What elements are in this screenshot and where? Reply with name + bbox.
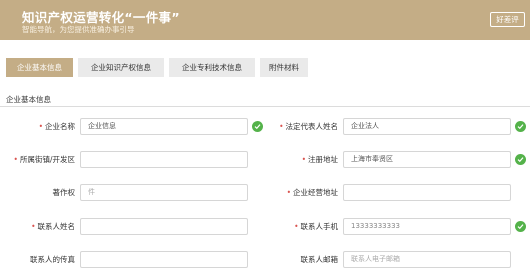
tab-basic-info[interactable]: 企业基本信息 — [6, 58, 73, 77]
copyright-input[interactable]: 件 — [80, 184, 248, 201]
section-divider — [0, 106, 530, 107]
legal-rep-input[interactable]: 企业法人 — [343, 118, 511, 135]
required-marker: • — [294, 222, 299, 231]
contact-phone-valid-icon — [515, 221, 526, 232]
contact-email-input[interactable]: 联系人电子邮箱 — [343, 251, 511, 268]
district-input[interactable] — [80, 151, 248, 168]
praise-button[interactable]: 好差评 — [490, 12, 525, 27]
contact-phone-input[interactable]: 13333333333 — [343, 218, 511, 235]
business-address-input[interactable] — [343, 184, 511, 201]
contact-fax-input[interactable] — [80, 251, 248, 268]
required-marker: • — [13, 155, 18, 164]
required-marker: • — [286, 188, 291, 197]
contact-name-label: • 联系人姓名 — [31, 222, 75, 231]
legal-rep-valid-icon — [515, 121, 526, 132]
company-name-input[interactable]: 企业信息 — [80, 118, 248, 135]
legal-rep-label: • 法定代表人姓名 — [279, 122, 338, 131]
contact-name-input[interactable] — [80, 218, 248, 235]
company-name-valid-icon — [252, 121, 263, 132]
tab-attachments[interactable]: 附件材料 — [260, 58, 308, 77]
required-marker: • — [279, 122, 284, 131]
contact-fax-label: 联系人的传真 — [30, 255, 75, 264]
contact-phone-label: • 联系人手机 — [294, 222, 338, 231]
tab-patent-info[interactable]: 企业专利技术信息 — [169, 58, 255, 77]
header-banner: 知识产权运营转化“一件事” 智能导航，为您提供准确办事引导 好差评 — [0, 0, 530, 40]
copyright-label: 著作权 — [52, 188, 76, 197]
required-marker: • — [38, 122, 43, 131]
reg-address-valid-icon — [515, 154, 526, 165]
tab-ip-info[interactable]: 企业知识产权信息 — [78, 58, 164, 77]
district-label: • 所属街镇/开发区 — [13, 155, 75, 164]
reg-address-input[interactable]: 上海市奉贤区 — [343, 151, 511, 168]
required-marker: • — [31, 222, 36, 231]
reg-address-label: • 注册地址 — [301, 155, 338, 164]
business-address-label: • 企业经营地址 — [286, 188, 338, 197]
required-marker: • — [301, 155, 306, 164]
contact-email-label: 联系人邮箱 — [300, 255, 339, 264]
company-name-label: • 企业名称 — [38, 122, 75, 131]
page-subtitle: 智能导航，为您提供准确办事引导 — [22, 25, 135, 34]
section-title: 企业基本信息 — [6, 95, 51, 104]
